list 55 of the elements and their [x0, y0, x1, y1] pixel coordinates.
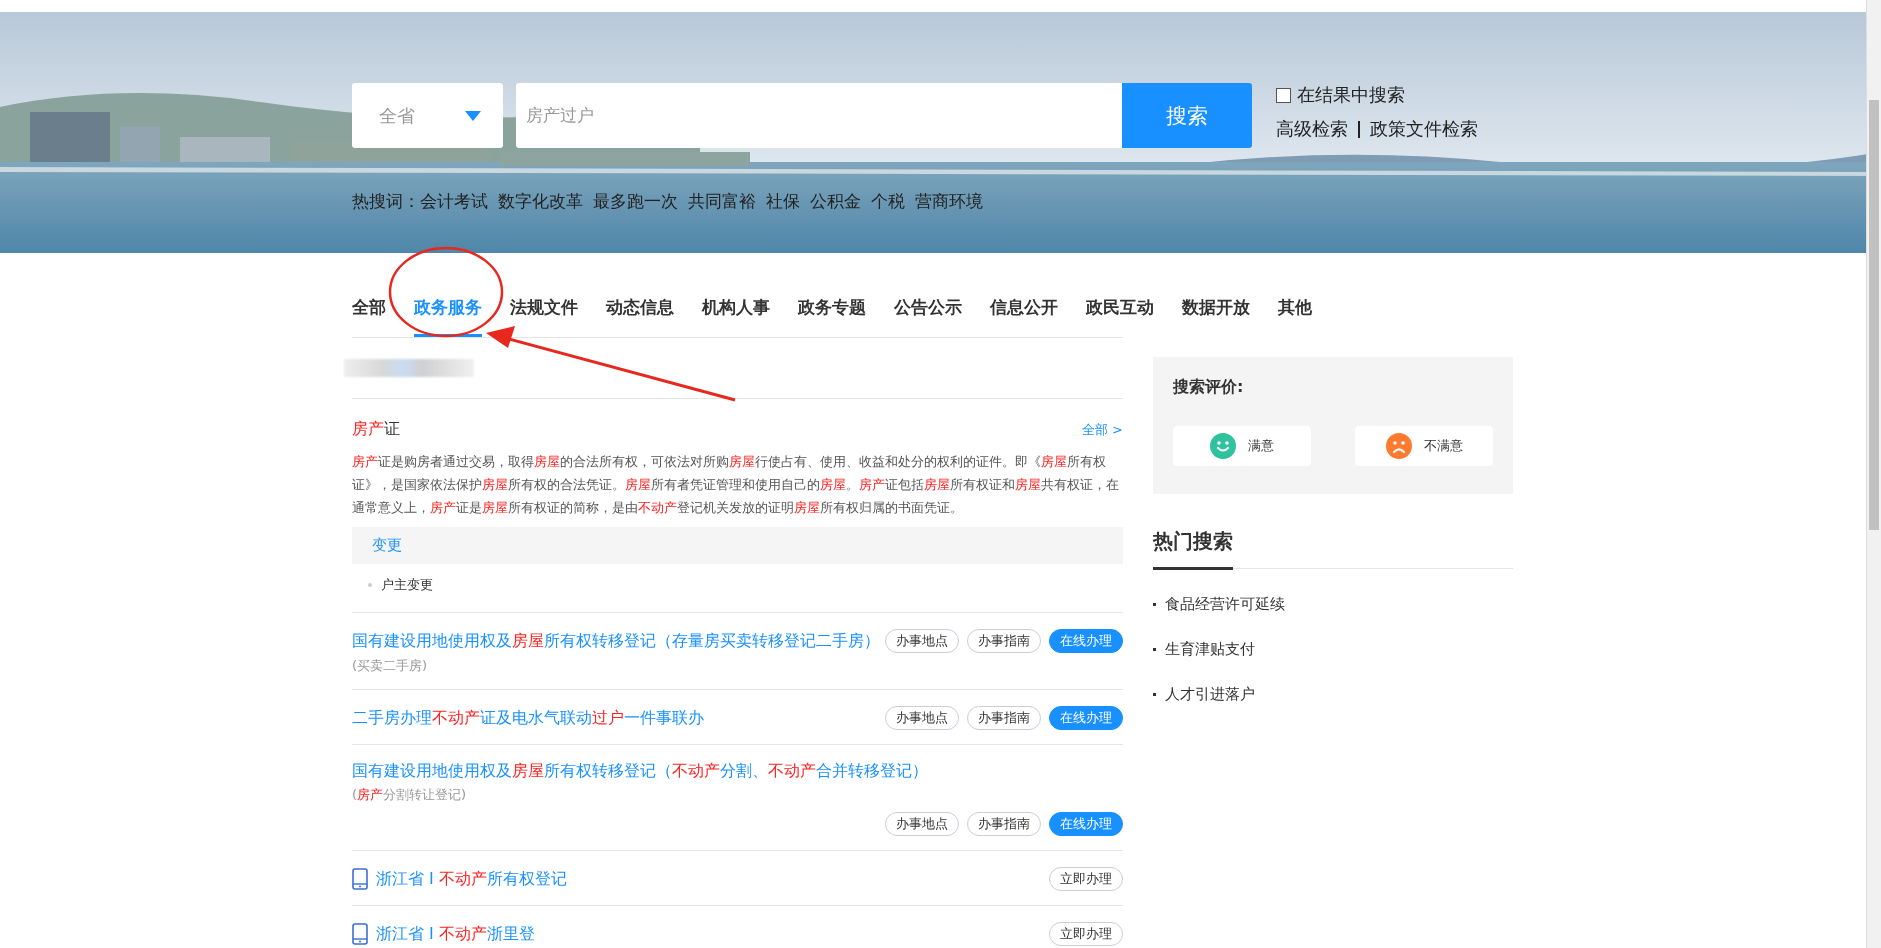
category-tab[interactable]: 公告公示 — [894, 296, 962, 337]
bullet-square — [1153, 648, 1156, 651]
hot-word-link[interactable]: 公积金 — [810, 190, 861, 213]
hot-word-link[interactable]: 共同富裕 — [688, 190, 756, 213]
bullet-dot — [368, 583, 372, 587]
service-button[interactable]: 办事指南 — [967, 706, 1041, 730]
hot-words-label: 热搜词： — [352, 190, 420, 213]
description-text: 房产证是购房者通过交易，取得房屋的合法所有权，可依法对所购房屋行使占有、使用、收益和处分的权利的证件。即《房屋所有权证》，是国家依法保护房屋所有权的合法凭证。房屋所有者凭证管理和使用自己的房屋。房产证包括房屋所有权证和房屋共有权证，在通常意义上，房产证是房屋所有权证的简称，是由不动产登记机关发放的证明房屋所有权归属的书面凭证。 — [352, 453, 1120, 517]
category-tab[interactable]: 法规文件 — [510, 296, 578, 337]
result-link[interactable]: 国有建设用地使用权及房屋所有权转移登记（存量房买卖转移登记二手房） — [352, 630, 880, 652]
result-subtitle: (买卖二手房) — [352, 657, 429, 675]
rating-button[interactable]: 满意 — [1173, 426, 1311, 466]
result-link[interactable]: 二手房办理不动产证及电水气联动过户一件事联办 — [352, 707, 704, 729]
result-link[interactable]: 浙江省 I 不动产所有权登记 — [376, 868, 567, 890]
search-link[interactable]: 政策文件检索 — [1370, 117, 1478, 141]
hot-word-link[interactable]: 个税 — [871, 190, 905, 213]
hot-search-title: 热门搜索 — [1153, 528, 1233, 570]
service-button[interactable]: 办事地点 — [885, 629, 959, 653]
hot-word-link[interactable]: 会计考试 — [420, 190, 488, 213]
result-subtitle: (房产分割转让登记) — [352, 786, 468, 804]
scrollbar[interactable] — [1866, 0, 1881, 948]
service-button[interactable]: 办事指南 — [967, 812, 1041, 836]
service-button[interactable]: 办事地点 — [885, 706, 959, 730]
result-link[interactable]: 国有建设用地使用权及房屋所有权转移登记（不动产分割、不动产合并转移登记） — [352, 761, 928, 782]
hot-word-link[interactable]: 营商环境 — [915, 190, 983, 213]
phone-icon — [352, 923, 368, 945]
service-button[interactable]: 办事指南 — [967, 629, 1041, 653]
hot-search-link[interactable]: 人才引进落户 — [1165, 685, 1255, 704]
rating-button[interactable]: 不满意 — [1355, 426, 1493, 466]
caret-icon — [465, 110, 481, 121]
checkbox-label: 在结果中搜索 — [1297, 83, 1405, 107]
category-tab[interactable]: 全部 — [352, 296, 386, 337]
entry-link[interactable]: 户主变更 — [381, 576, 433, 594]
service-button[interactable]: 立即办理 — [1049, 922, 1123, 946]
category-tab[interactable]: 信息公开 — [990, 296, 1058, 337]
result-link[interactable]: 浙江省 I 不动产浙里登 — [376, 923, 535, 945]
hot-search-link[interactable]: 食品经营许可延续 — [1165, 595, 1285, 614]
bullet-square — [1153, 693, 1156, 696]
category-tab[interactable]: 政民互动 — [1086, 296, 1154, 337]
category-tab[interactable]: 其他 — [1278, 296, 1312, 337]
category-tab[interactable]: 机构人事 — [702, 296, 770, 337]
phone-icon — [352, 868, 368, 890]
category-tab[interactable]: 数据开放 — [1182, 296, 1250, 337]
category-tab[interactable]: 动态信息 — [606, 296, 674, 337]
hot-word-link[interactable]: 社保 — [766, 190, 800, 213]
card-title: 房产证 — [352, 419, 400, 440]
service-button[interactable]: 立即办理 — [1049, 867, 1123, 891]
hot-word-link[interactable]: 最多跑一次 — [593, 190, 678, 213]
service-button[interactable]: 办事地点 — [885, 812, 959, 836]
hot-search-link[interactable]: 生育津贴支付 — [1165, 640, 1255, 659]
bullet-square — [1153, 603, 1156, 606]
search-link[interactable]: 高级检索 — [1276, 117, 1348, 141]
rating-title: 搜索评价: — [1173, 377, 1245, 398]
hot-word-link[interactable]: 数字化改革 — [498, 190, 583, 213]
category-tab[interactable]: 政务专题 — [798, 296, 866, 337]
